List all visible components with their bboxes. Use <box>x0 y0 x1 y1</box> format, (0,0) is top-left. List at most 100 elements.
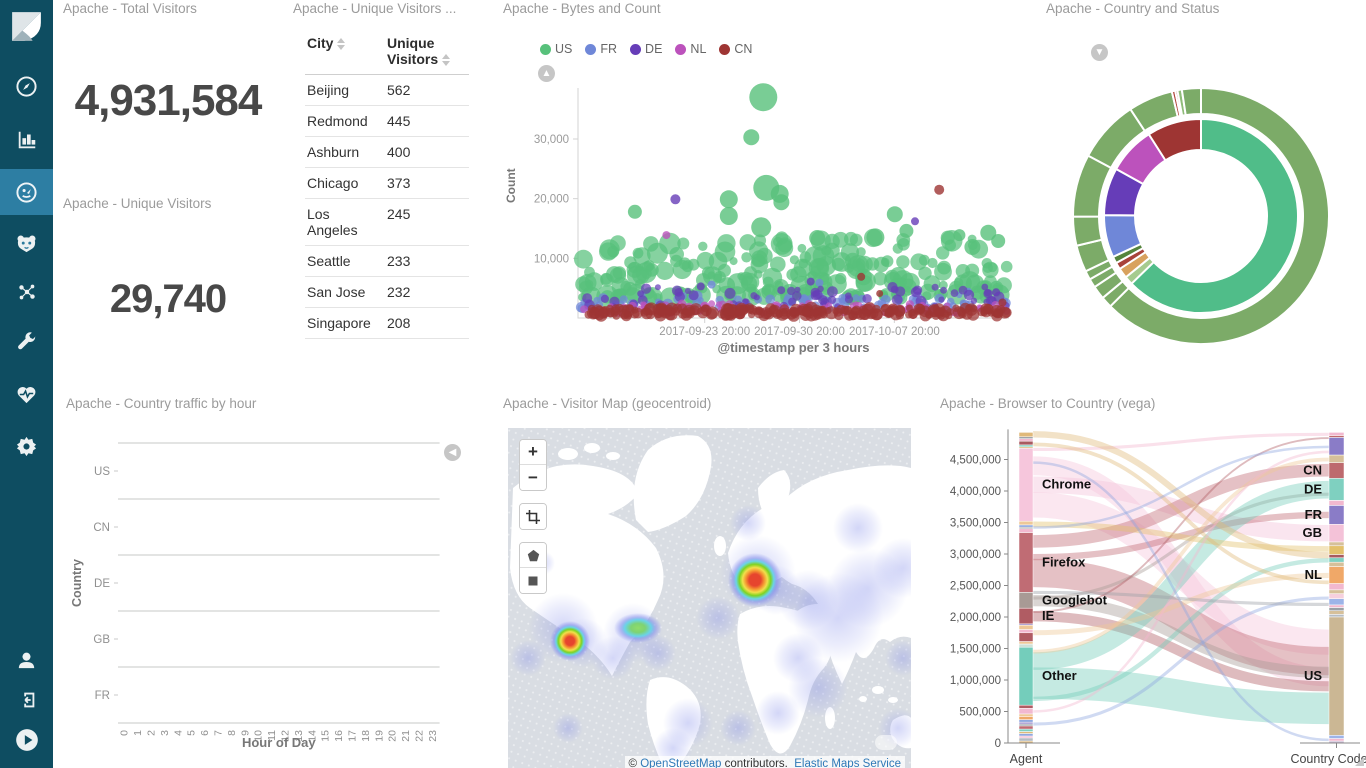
svg-text:4,500,000: 4,500,000 <box>950 455 1001 467</box>
svg-text:2: 2 <box>146 730 158 736</box>
panel-unique-visitors: Apache - Unique Visitors 29,740 <box>53 195 283 390</box>
polygon-tool-button[interactable] <box>520 543 546 568</box>
cell-city: Chicago <box>305 168 385 198</box>
panel-title: Apache - Unique Visitors ... <box>293 1 456 16</box>
sunburst-chart-canvas[interactable] <box>1036 52 1366 382</box>
sidebar-item-collapse[interactable] <box>0 720 53 760</box>
panel-browser-to-country: Apache - Browser to Country (vega) Chrom… <box>930 395 1366 768</box>
svg-text:17: 17 <box>347 730 359 742</box>
pentagon-icon <box>527 549 540 562</box>
sidebar-item-graph[interactable] <box>0 272 53 312</box>
svg-text:30,000: 30,000 <box>534 134 569 146</box>
svg-text:16: 16 <box>333 730 345 742</box>
svg-text:0: 0 <box>119 730 131 736</box>
sidebar-item-management[interactable] <box>0 426 53 466</box>
svg-text:GB: GB <box>1303 525 1323 540</box>
svg-text:2017-09-30 20:00: 2017-09-30 20:00 <box>754 326 845 338</box>
sidebar-item-dashboard[interactable] <box>0 169 53 215</box>
svg-text:4: 4 <box>172 730 184 736</box>
svg-text:FR: FR <box>1305 507 1323 522</box>
panel-traffic-by-hour: Apache - Country traffic by hour ◀ USCND… <box>56 395 486 768</box>
sankey-chart-canvas[interactable]: ChromeFirefoxGooglebotIEOtherCNDEFRGBNLU… <box>930 395 1366 768</box>
svg-text:IE: IE <box>1042 608 1055 623</box>
sort-icon <box>442 54 450 66</box>
svg-text:5: 5 <box>186 730 198 736</box>
zoom-in-button[interactable]: + <box>520 440 546 465</box>
panel-bytes-and-count: Apache - Bytes and Count USFRDENLCN ▲ 10… <box>493 0 1023 390</box>
table-row: Redmond445 <box>305 106 469 137</box>
sidebar-item-visualize[interactable] <box>0 120 53 160</box>
svg-text:2017-10-07 20:00: 2017-10-07 20:00 <box>849 326 940 338</box>
exit-icon <box>16 689 38 711</box>
crop-tool-button[interactable] <box>520 504 546 529</box>
svg-text:8: 8 <box>226 730 238 736</box>
sidebar-item-logout[interactable] <box>0 680 53 720</box>
svg-text:Count: Count <box>504 168 518 203</box>
cell-city: Ashburn <box>305 137 385 167</box>
svg-text:1,000,000: 1,000,000 <box>950 675 1001 687</box>
compass-icon <box>15 75 38 98</box>
cell-unique-visitors: 400 <box>385 137 469 167</box>
map-canvas[interactable]: + − <box>508 428 911 768</box>
svg-text:0: 0 <box>995 738 1001 750</box>
table-row: Ashburn400 <box>305 137 469 168</box>
cell-unique-visitors: 208 <box>385 308 469 338</box>
table-row: Chicago373 <box>305 168 469 199</box>
cell-city: Beijing <box>305 75 385 105</box>
svg-text:DE: DE <box>94 578 110 590</box>
panel-resize-handle[interactable] <box>1354 756 1364 766</box>
lion-mask-icon <box>15 233 38 256</box>
svg-text:22: 22 <box>414 730 426 742</box>
svg-text:4,000,000: 4,000,000 <box>950 486 1001 498</box>
panel-visitor-map: Apache - Visitor Map (geocentroid) + − <box>493 395 923 768</box>
svg-text:15: 15 <box>320 730 332 742</box>
svg-text:NL: NL <box>1305 567 1322 582</box>
table-row: Seattle233 <box>305 246 469 277</box>
cell-city: San Jose <box>305 277 385 307</box>
svg-text:6: 6 <box>199 730 211 736</box>
cell-city: Los Angeles <box>305 199 385 245</box>
svg-text:Firefox: Firefox <box>1042 555 1086 570</box>
user-icon <box>15 649 38 672</box>
svg-text:Chrome: Chrome <box>1042 477 1091 492</box>
cell-unique-visitors: 445 <box>385 106 469 136</box>
sort-icon <box>337 38 345 50</box>
svg-text:Hour of Day: Hour of Day <box>242 735 316 750</box>
panel-country-and-status: Apache - Country and Status ▼ <box>1036 0 1366 390</box>
sidebar-item-monitoring[interactable] <box>0 374 53 414</box>
table-row: Singapore208 <box>305 308 469 339</box>
global-nav-sidebar <box>0 0 53 768</box>
rectangle-tool-button[interactable] <box>520 568 546 593</box>
svg-text:7: 7 <box>213 730 225 736</box>
heatmap-chart-canvas[interactable]: USCNDEGBFR012345678910111213141516171819… <box>56 395 486 768</box>
panel-visitors-table: Apache - Unique Visitors ... City Unique… <box>283 0 493 390</box>
sidebar-item-dev-tools[interactable] <box>0 322 53 362</box>
sidebar-item-account[interactable] <box>0 640 53 680</box>
network-icon <box>16 281 38 303</box>
cell-unique-visitors: 373 <box>385 168 469 198</box>
wrench-icon <box>15 331 38 354</box>
total-visitors-metric: 4,931,584 <box>53 76 283 126</box>
map-legend-toggle[interactable] <box>875 735 897 750</box>
kibana-logo[interactable] <box>0 0 53 53</box>
sidebar-item-timelion[interactable] <box>0 224 53 264</box>
elastic-maps-service-link[interactable]: Elastic Maps Service <box>794 758 901 768</box>
table-row: San Jose232 <box>305 277 469 308</box>
sidebar-item-discover[interactable] <box>0 66 53 106</box>
zoom-out-button[interactable]: − <box>520 465 546 490</box>
svg-text:10,000: 10,000 <box>534 253 569 265</box>
map-attribution: © OpenStreetMap contributors. Elastic Ma… <box>625 756 905 768</box>
svg-text:3,000,000: 3,000,000 <box>950 549 1001 561</box>
svg-text:2,000,000: 2,000,000 <box>950 612 1001 624</box>
svg-text:GB: GB <box>93 634 110 646</box>
column-header-unique-visitors[interactable]: Unique Visitors <box>385 28 469 74</box>
bubble-chart-canvas[interactable]: 10,00020,00030,0002017-09-23 20:002017-0… <box>493 0 1023 390</box>
heartbeat-icon <box>15 383 38 406</box>
map-controls: + − <box>519 439 547 606</box>
svg-text:@timestamp per 3 hours: @timestamp per 3 hours <box>717 340 869 355</box>
openstreetmap-link[interactable]: OpenStreetMap <box>640 758 721 768</box>
table-body: Beijing562Redmond445Ashburn400Chicago373… <box>305 75 469 339</box>
column-header-city[interactable]: City <box>305 28 385 74</box>
svg-text:1,500,000: 1,500,000 <box>950 644 1001 656</box>
svg-text:CN: CN <box>1303 463 1322 478</box>
